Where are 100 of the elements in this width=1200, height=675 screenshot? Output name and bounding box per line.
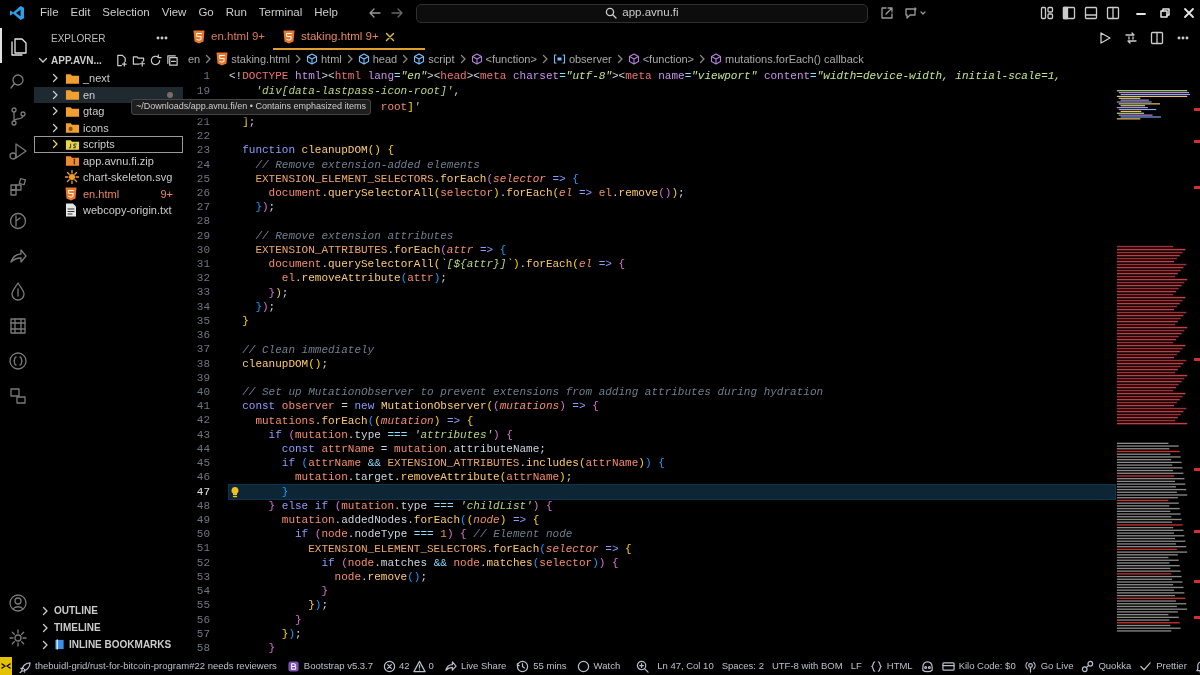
breadcrumb-item[interactable]: html: [305, 50, 342, 68]
menu-item[interactable]: View: [155, 2, 193, 24]
panel-section-header[interactable]: OUTLINE: [34, 602, 183, 619]
breadcrumb-item[interactable]: <function>: [627, 50, 695, 68]
live-share-status[interactable]: Live Share: [443, 658, 507, 674]
restore-icon[interactable]: [1158, 6, 1172, 20]
breadcrumb-item[interactable]: head: [357, 50, 398, 68]
line-number: 47: [195, 484, 211, 500]
refresh-icon[interactable]: [149, 53, 162, 67]
breadcrumb-item[interactable]: en: [188, 50, 201, 68]
line-number: 53: [195, 569, 211, 585]
menu-item[interactable]: Edit: [64, 2, 97, 24]
breadcrumb-item[interactable]: <function>: [470, 50, 537, 68]
new-file-icon[interactable]: [115, 53, 128, 67]
language-status[interactable]: HTML: [869, 658, 913, 674]
menu-item[interactable]: Help: [308, 2, 344, 24]
collapse-all-icon[interactable]: [166, 53, 179, 67]
code-line: }: [267, 641, 277, 656]
quokka-status[interactable]: Quokka: [1081, 658, 1132, 674]
forward-arrow-icon[interactable]: [389, 6, 404, 20]
code-line: EXTENSION_ATTRIBUTES.forEach(attr => {: [254, 242, 508, 258]
back-arrow-icon[interactable]: [367, 6, 382, 20]
compare-icon[interactable]: [1124, 31, 1138, 45]
folder-icon: [65, 137, 80, 151]
panel-toggle-icon[interactable]: [1084, 6, 1098, 20]
code-line: root]': [380, 99, 421, 115]
copilot-button[interactable]: [920, 659, 934, 673]
status-item[interactable]: UTF-8 with BOM: [771, 658, 843, 674]
status-item[interactable]: LF: [850, 658, 862, 674]
status-item[interactable]: Ln 47, Col 10: [657, 658, 714, 674]
problems-status[interactable]: 42 0: [383, 658, 434, 674]
braces-icon: [869, 659, 883, 673]
editor-tab[interactable]: en.html 9+: [183, 26, 273, 50]
breadcrumb-item[interactable]: mutations.forEach() callback: [710, 50, 864, 68]
card-icon: [941, 659, 955, 673]
split-editor-icon[interactable]: [1150, 31, 1164, 45]
code-line: ];: [241, 115, 257, 130]
pull-request-status[interactable]: thebuidl-grid/rust-for-bitcoin-program#22 needs reviewers: [18, 658, 277, 674]
layout-icon[interactable]: [1040, 6, 1054, 20]
code-line: // Remove extension-added elements: [254, 157, 481, 172]
breadcrumb-item[interactable]: observer: [552, 50, 612, 68]
lightbulb-icon[interactable]: [229, 485, 241, 498]
code-line: function cleanupDOM() {: [241, 143, 396, 158]
chat-sparkle-icon[interactable]: [903, 6, 926, 20]
breadcrumb-item[interactable]: script: [413, 50, 455, 68]
open-external-icon[interactable]: [879, 6, 894, 20]
bootstrap-status[interactable]: Bootstrap v5.3.7: [286, 658, 374, 674]
sidebar-toggle-icon[interactable]: [1062, 6, 1076, 20]
kilo-code-status[interactable]: Kilo Code: $0: [941, 658, 1016, 674]
tree-item[interactable]: app.avnu.fi.zip: [34, 152, 183, 169]
line-number: 42: [195, 413, 211, 429]
new-folder-icon[interactable]: [132, 53, 145, 67]
menu-item[interactable]: File: [34, 2, 65, 24]
archive-icon: [65, 154, 80, 168]
code-line: EXTENSION_ELEMENT_SELECTORS.forEach(selector => {: [254, 171, 580, 187]
folder-icon: [65, 121, 80, 135]
status-item[interactable]: Spaces: 2: [721, 658, 764, 674]
close-icon[interactable]: [384, 32, 395, 42]
line-number: 37: [195, 342, 211, 358]
line-number: 54: [195, 584, 211, 600]
code-line: <!DOCTYPE html><html lang="en"><head><meta charset="utf-8"><meta name="viewport" content="width=device-width, initial-scale=1,: [229, 68, 1061, 84]
tree-item[interactable]: icons: [34, 119, 183, 136]
run-icon[interactable]: [1098, 31, 1112, 45]
remote-button[interactable]: [0, 657, 12, 675]
chevron-icon: [50, 139, 60, 150]
menu-item[interactable]: Go: [192, 2, 220, 24]
prettier-status[interactable]: Prettier: [1139, 658, 1187, 674]
line-number: 26: [195, 185, 211, 201]
watch-status[interactable]: Watch: [576, 658, 621, 674]
panel-section-header[interactable]: INLINE BOOKMARKS: [34, 636, 183, 653]
chevron-icon: [38, 55, 48, 65]
live-share-icon: [443, 659, 457, 673]
menu-item[interactable]: Selection: [96, 2, 156, 24]
tree-item[interactable]: _next: [34, 70, 183, 87]
code-line: } else if (mutation.type === 'childList') {: [267, 498, 554, 514]
tree-item[interactable]: en: [34, 86, 183, 103]
secondary-sidebar-icon[interactable]: [1106, 6, 1120, 20]
breadcrumb-item[interactable]: staking.html: [216, 50, 290, 68]
check-icon: [1139, 659, 1153, 673]
go-live-status[interactable]: Go Live: [1023, 658, 1074, 674]
line-number: 41: [195, 399, 211, 415]
zoom-button[interactable]: [636, 659, 650, 673]
tree-item[interactable]: scripts: [34, 136, 183, 153]
tree-item[interactable]: en.html 9+: [34, 185, 183, 202]
command-center-search[interactable]: app.avnu.fi: [415, 3, 868, 23]
tree-item[interactable]: webcopy-origin.txt: [34, 202, 183, 219]
editor-tab[interactable]: staking.html 9+: [273, 26, 425, 50]
cube-icon: [357, 53, 370, 65]
line-number: 58: [195, 640, 211, 656]
menu-item[interactable]: Terminal: [252, 2, 309, 24]
folder-section-header[interactable]: APP.AVN...: [38, 52, 102, 68]
braces-circle-icon: [8, 350, 28, 371]
code-line: }: [320, 584, 329, 599]
menu-item[interactable]: Run: [219, 2, 253, 24]
tree-item[interactable]: chart-skeleton.svg: [34, 169, 183, 186]
html-file-icon: [193, 30, 205, 44]
close-icon[interactable]: [1182, 6, 1196, 20]
chevron-icon: [40, 605, 50, 616]
session-time-status[interactable]: 55 mins: [516, 658, 567, 674]
panel-section-header[interactable]: TIMELINE: [34, 619, 183, 636]
